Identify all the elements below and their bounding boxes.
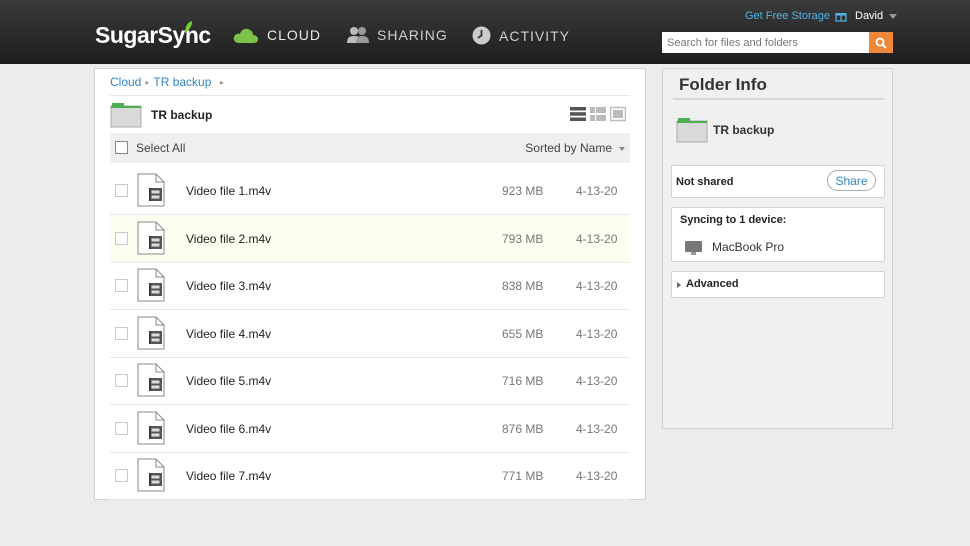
file-row[interactable]: Video file 3.m4v 838 MB 4-13-20 bbox=[110, 262, 630, 310]
file-checkbox[interactable] bbox=[115, 326, 128, 340]
nav-activity[interactable]: ACTIVITY bbox=[472, 26, 570, 45]
file-browser-panel: Cloud ▸ TR backup ▸ TR backup Select All… bbox=[94, 68, 646, 500]
file-size: 655 MB bbox=[502, 326, 544, 341]
info-folder: TR backup bbox=[676, 117, 774, 143]
free-storage-label: Get Free Storage bbox=[745, 10, 830, 22]
video-file-icon bbox=[137, 173, 165, 207]
video-file-icon bbox=[137, 363, 165, 397]
folder-icon bbox=[676, 118, 708, 143]
file-size: 923 MB bbox=[502, 184, 544, 198]
select-bar: Select All Sorted by Name bbox=[110, 133, 630, 163]
advanced-toggle[interactable]: Advanced bbox=[671, 271, 885, 298]
top-bar: SugarSync CLOUD SHARING ACTIVITY Get Fre… bbox=[0, 0, 970, 64]
breadcrumb-separator-icon: ▸ bbox=[215, 77, 224, 87]
sugarsync-logo[interactable]: SugarSync bbox=[95, 22, 211, 49]
detail-view-icon[interactable] bbox=[590, 106, 606, 122]
file-name[interactable]: Video file 2.m4v bbox=[186, 232, 271, 246]
laptop-icon bbox=[685, 241, 702, 255]
divider bbox=[110, 95, 630, 96]
file-size: 838 MB bbox=[502, 279, 544, 293]
file-date: 4-13-20 bbox=[576, 469, 618, 483]
file-date: 4-13-20 bbox=[576, 184, 618, 198]
file-row[interactable]: Video file 5.m4v 716 MB 4-13-20 bbox=[110, 357, 630, 405]
nav-cloud[interactable]: CLOUD bbox=[233, 26, 321, 44]
file-row[interactable]: Video file 7.m4v 771 MB 4-13-20 bbox=[110, 452, 630, 500]
sync-box: Syncing to 1 device: MacBook Pro bbox=[671, 207, 885, 262]
preview-view-icon[interactable] bbox=[610, 106, 626, 122]
file-date: 4-13-20 bbox=[576, 279, 618, 293]
cloud-icon bbox=[233, 28, 258, 43]
file-name[interactable]: Video file 4.m4v bbox=[186, 327, 271, 341]
user-menu[interactable]: David bbox=[855, 10, 898, 22]
view-toggles bbox=[570, 106, 626, 122]
clock-icon bbox=[472, 26, 491, 45]
nav-activity-label: ACTIVITY bbox=[499, 27, 571, 44]
file-checkbox[interactable] bbox=[115, 231, 128, 245]
video-file-icon bbox=[137, 458, 165, 492]
list-view-icon[interactable] bbox=[570, 106, 586, 122]
file-checkbox[interactable] bbox=[115, 421, 128, 435]
file-date: 4-13-20 bbox=[576, 421, 618, 436]
info-title: Folder Info bbox=[679, 75, 767, 94]
sharing-box: Not shared Share bbox=[671, 165, 885, 198]
video-file-icon bbox=[137, 316, 165, 349]
search-icon bbox=[875, 37, 887, 49]
search-input[interactable] bbox=[662, 32, 869, 53]
sync-title: Syncing to 1 device: bbox=[680, 214, 787, 226]
get-free-storage-link[interactable]: Get Free Storage bbox=[745, 10, 847, 22]
file-row[interactable]: Video file 2.m4v 793 MB 4-13-20 bbox=[110, 214, 630, 263]
sort-dropdown[interactable]: Sorted by Name bbox=[525, 141, 612, 155]
chevron-down-icon[interactable] bbox=[619, 147, 625, 151]
file-date: 4-13-20 bbox=[576, 231, 618, 246]
leaf-icon bbox=[185, 21, 192, 33]
video-file-icon bbox=[137, 221, 165, 254]
search-button[interactable] bbox=[869, 32, 893, 53]
file-size: 793 MB bbox=[502, 231, 544, 246]
file-name[interactable]: Video file 6.m4v bbox=[186, 422, 271, 436]
folder-header: TR backup bbox=[110, 100, 630, 130]
file-date: 4-13-20 bbox=[576, 326, 618, 341]
gift-icon bbox=[835, 13, 847, 22]
share-status: Not shared bbox=[676, 176, 734, 188]
nav-cloud-label: CLOUD bbox=[267, 27, 322, 43]
file-name[interactable]: Video file 7.m4v bbox=[186, 469, 271, 483]
file-size: 716 MB bbox=[502, 374, 544, 388]
folder-icon bbox=[110, 103, 142, 128]
breadcrumb: Cloud ▸ TR backup ▸ bbox=[110, 75, 224, 89]
file-row[interactable]: Video file 1.m4v 923 MB 4-13-20 bbox=[110, 167, 630, 215]
file-checkbox[interactable] bbox=[115, 469, 128, 482]
folder-info-panel: Folder Info TR backup Not shared Share S… bbox=[662, 68, 893, 429]
select-all-label[interactable]: Select All bbox=[136, 141, 185, 155]
file-checkbox[interactable] bbox=[115, 374, 128, 387]
breadcrumb-separator-icon: ▸ bbox=[145, 77, 150, 87]
info-folder-name: TR backup bbox=[713, 123, 775, 137]
video-file-icon bbox=[137, 411, 165, 444]
file-name[interactable]: Video file 5.m4v bbox=[186, 374, 271, 388]
folder-title: TR backup bbox=[151, 108, 213, 122]
share-button[interactable]: Share bbox=[827, 170, 876, 191]
advanced-label: Advanced bbox=[686, 278, 739, 290]
file-date: 4-13-20 bbox=[576, 374, 618, 388]
file-name[interactable]: Video file 1.m4v bbox=[186, 184, 271, 198]
breadcrumb-tr-backup[interactable]: TR backup bbox=[153, 75, 211, 89]
divider bbox=[673, 98, 884, 100]
file-name[interactable]: Video file 3.m4v bbox=[186, 279, 271, 293]
device-name: MacBook Pro bbox=[712, 240, 785, 254]
people-icon bbox=[347, 27, 369, 43]
user-name: David bbox=[855, 10, 884, 22]
chevron-right-icon bbox=[677, 282, 681, 288]
breadcrumb-cloud[interactable]: Cloud bbox=[110, 75, 141, 89]
video-file-icon bbox=[137, 268, 165, 302]
file-checkbox[interactable] bbox=[115, 184, 128, 197]
nav-sharing-label: SHARING bbox=[377, 27, 448, 43]
nav-sharing[interactable]: SHARING bbox=[347, 26, 448, 44]
file-row[interactable]: Video file 6.m4v 876 MB 4-13-20 bbox=[110, 405, 630, 453]
file-size: 771 MB bbox=[502, 469, 544, 483]
file-size: 876 MB bbox=[502, 421, 544, 436]
file-row[interactable]: Video file 4.m4v 655 MB 4-13-20 bbox=[110, 310, 630, 358]
file-checkbox[interactable] bbox=[115, 279, 128, 292]
chevron-down-icon bbox=[889, 13, 898, 19]
select-all-checkbox[interactable] bbox=[115, 141, 128, 154]
